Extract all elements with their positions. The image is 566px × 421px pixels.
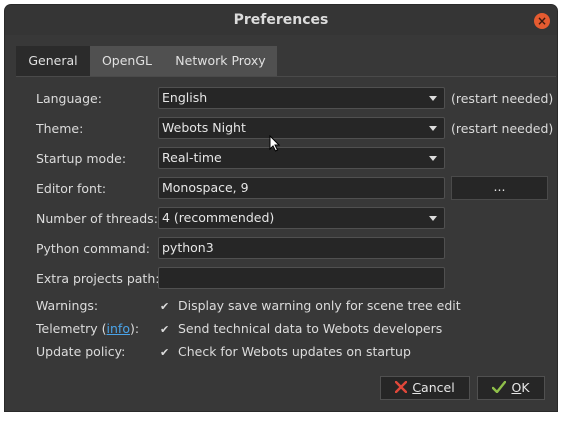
- python-command-input[interactable]: python3: [158, 237, 445, 259]
- cancel-label: ancel: [421, 380, 455, 395]
- warnings-text: Display save warning only for scene tree…: [178, 298, 461, 313]
- language-restart-note: (restart needed): [451, 91, 554, 106]
- threads-value: 4 (recommended): [162, 210, 275, 225]
- editor-font-value: Monospace, 9: [162, 180, 249, 195]
- theme-restart-note: (restart needed): [451, 121, 554, 136]
- tab-general[interactable]: General: [16, 46, 90, 76]
- chevron-down-icon: [429, 96, 437, 101]
- dialog-title: Preferences: [233, 12, 329, 28]
- ok-label: K: [521, 380, 530, 395]
- python-command-value: python3: [162, 240, 214, 255]
- ok-check-icon: [492, 380, 507, 394]
- extra-path-input[interactable]: [158, 267, 445, 289]
- startup-mode-label: Startup mode:: [36, 151, 127, 166]
- cancel-mnemonic: C: [412, 380, 422, 395]
- theme-label: Theme:: [36, 121, 84, 136]
- ok-mnemonic: O: [511, 380, 522, 395]
- mouse-cursor-icon: [269, 135, 281, 152]
- update-policy-checkbox[interactable]: ✔ Check for Webots updates on startup: [160, 344, 411, 359]
- telemetry-checkbox[interactable]: ✔ Send technical data to Webots developer…: [160, 321, 442, 336]
- general-panel: Language: English (restart needed) Theme…: [16, 76, 556, 367]
- startup-mode-select[interactable]: Real-time: [158, 147, 445, 169]
- telemetry-text: Send technical data to Webots developers: [178, 321, 443, 336]
- telemetry-label: Telemetry (info):: [36, 321, 139, 336]
- threads-label: Number of threads:: [36, 211, 158, 226]
- language-value: English: [162, 90, 208, 105]
- theme-value: Webots Night: [162, 120, 246, 135]
- font-browse-button[interactable]: ...: [451, 176, 548, 200]
- warnings-label: Warnings:: [36, 298, 99, 313]
- update-policy-label: Update policy:: [36, 344, 126, 359]
- python-command-label: Python command:: [36, 241, 150, 256]
- update-policy-text: Check for Webots updates on startup: [178, 344, 411, 359]
- checkmark-icon: ✔: [160, 323, 170, 336]
- language-label: Language:: [36, 91, 102, 106]
- tab-network-proxy[interactable]: Network Proxy: [164, 46, 277, 76]
- tab-opengl[interactable]: OpenGL: [90, 46, 164, 76]
- telemetry-label-prefix: Telemetry (: [36, 321, 107, 336]
- extra-path-label: Extra projects path:: [36, 271, 160, 286]
- chevron-down-icon: [429, 156, 437, 161]
- cancel-x-icon: [395, 380, 408, 394]
- startup-mode-value: Real-time: [162, 150, 222, 165]
- telemetry-info-link[interactable]: info: [107, 321, 130, 336]
- threads-select[interactable]: 4 (recommended): [158, 207, 445, 229]
- checkmark-icon: ✔: [160, 300, 170, 313]
- title-bar[interactable]: Preferences ×: [5, 5, 557, 35]
- theme-select[interactable]: Webots Night: [158, 117, 445, 139]
- warnings-checkbox[interactable]: ✔ Display save warning only for scene tre…: [160, 298, 461, 313]
- checkmark-icon: ✔: [160, 346, 170, 359]
- telemetry-label-suffix: ):: [129, 321, 140, 336]
- preferences-dialog: Preferences × General OpenGL Network Pro…: [5, 5, 557, 411]
- editor-font-label: Editor font:: [36, 181, 107, 196]
- chevron-down-icon: [429, 126, 437, 131]
- editor-font-field[interactable]: Monospace, 9: [158, 177, 445, 199]
- language-select[interactable]: English: [158, 87, 445, 109]
- chevron-down-icon: [429, 216, 437, 221]
- close-icon[interactable]: ×: [534, 13, 550, 29]
- cancel-button[interactable]: Cancel: [380, 376, 470, 400]
- ok-button[interactable]: OK: [477, 376, 545, 400]
